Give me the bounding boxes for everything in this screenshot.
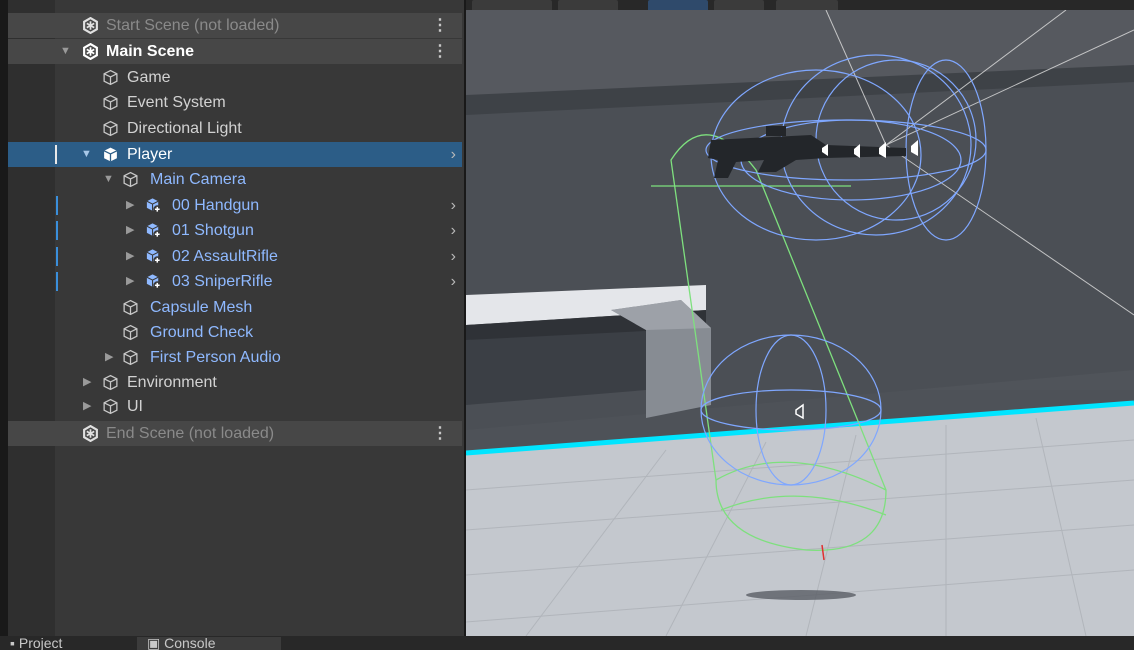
gameobject-cube-icon: [123, 171, 138, 188]
expand-arrow-icon[interactable]: ▶: [126, 269, 134, 294]
hierarchy-item-ui[interactable]: ▶ UI: [8, 394, 462, 419]
selection-indicator: [55, 145, 57, 164]
scene-viewport-canvas[interactable]: [466, 10, 1134, 636]
gameobject-cube-icon: [103, 374, 118, 391]
unity-scene-icon: [83, 17, 98, 34]
item-label-main-camera: Main Camera: [150, 171, 247, 188]
tab-console[interactable]: ▣ Console: [137, 637, 281, 650]
scene-row-start[interactable]: Start Scene (not loaded) ⋮: [8, 13, 462, 38]
console-icon: ▣: [147, 637, 161, 650]
tab-project-label: Project: [18, 637, 63, 650]
expand-arrow-icon[interactable]: ▼: [60, 39, 71, 64]
item-label-handgun: 00 Handgun: [172, 197, 260, 214]
hierarchy-item-handgun[interactable]: ▶ 00 Handgun ›: [8, 193, 462, 218]
open-prefab-chevron-icon[interactable]: ›: [451, 218, 456, 243]
scene-label-start: Start Scene (not loaded): [106, 17, 280, 34]
prefab-variant-icon: [146, 249, 162, 265]
expand-arrow-icon[interactable]: ▼: [103, 167, 114, 192]
hierarchy-item-game[interactable]: Game: [8, 65, 462, 90]
tab-project[interactable]: ▪ Project: [10, 637, 130, 650]
folder-icon: ▪: [10, 637, 15, 650]
item-label-player: Player: [127, 146, 173, 163]
expand-arrow-icon[interactable]: ▼: [81, 142, 92, 167]
floor: [466, 405, 1134, 636]
gameobject-cube-icon: [103, 398, 118, 415]
hierarchy-item-shotgun[interactable]: ▶ 01 Shotgun ›: [8, 218, 462, 243]
scene-view[interactable]: [466, 10, 1134, 636]
scene-row-main[interactable]: ▼ Main Scene ⋮: [8, 39, 462, 64]
override-indicator: [56, 247, 58, 266]
gameobject-cube-icon: [123, 324, 138, 341]
scene-menu-start-icon[interactable]: ⋮: [432, 13, 448, 38]
unity-scene-icon: [83, 425, 98, 442]
scene-label-main: Main Scene: [106, 43, 195, 60]
item-label-environment: Environment: [127, 374, 217, 391]
gameobject-cube-icon: [103, 69, 118, 86]
hierarchy-item-sniper-rifle[interactable]: ▶ 03 SniperRifle ›: [8, 269, 462, 294]
gameobject-cube-icon: [123, 299, 138, 316]
unity-scene-icon: [83, 43, 98, 60]
open-prefab-chevron-icon[interactable]: ›: [451, 142, 456, 167]
open-prefab-chevron-icon[interactable]: ›: [451, 269, 456, 294]
open-prefab-chevron-icon[interactable]: ›: [451, 193, 456, 218]
override-indicator: [56, 221, 58, 240]
item-label-game: Game: [127, 69, 171, 86]
item-label-capsule-mesh: Capsule Mesh: [150, 299, 253, 316]
expand-arrow-icon[interactable]: ▶: [126, 244, 134, 269]
override-indicator: [56, 196, 58, 215]
expand-arrow-icon[interactable]: ▶: [126, 193, 134, 218]
prefab-variant-icon: [146, 274, 162, 290]
gameobject-cube-icon: [123, 349, 138, 366]
scene-label-end: End Scene (not loaded): [106, 425, 275, 442]
item-label-shotgun: 01 Shotgun: [172, 222, 254, 239]
item-label-ground-check: Ground Check: [150, 324, 254, 341]
gameobject-cube-icon: [103, 94, 118, 111]
hierarchy-panel: Start Scene (not loaded) ⋮ ▼ Main Scene …: [0, 0, 464, 636]
hierarchy-item-player[interactable]: ▼ Player ›: [8, 142, 462, 167]
hierarchy-item-environment[interactable]: ▶ Environment: [8, 370, 462, 395]
tab-console-label: Console: [164, 637, 216, 650]
item-label-event-system: Event System: [127, 94, 226, 111]
item-label-sniper-rifle: 03 SniperRifle: [172, 273, 273, 290]
open-prefab-chevron-icon[interactable]: ›: [451, 244, 456, 269]
panel-gutter: [0, 0, 8, 636]
scene-row-end[interactable]: End Scene (not loaded) ⋮: [8, 421, 462, 446]
prefab-cube-icon: [103, 147, 118, 162]
hierarchy-item-main-camera[interactable]: ▼ Main Camera: [8, 167, 462, 192]
player-shadow: [746, 590, 856, 600]
hierarchy-item-first-person-audio[interactable]: ▶ First Person Audio: [8, 345, 462, 370]
override-indicator: [56, 272, 58, 291]
hierarchy-item-ground-check[interactable]: Ground Check: [8, 320, 462, 345]
expand-arrow-icon[interactable]: ▶: [105, 345, 113, 370]
scene-menu-end-icon[interactable]: ⋮: [432, 421, 448, 446]
scene-menu-main-icon[interactable]: ⋮: [432, 39, 448, 64]
prefab-variant-icon: [146, 198, 162, 214]
item-label-ui: UI: [127, 398, 143, 415]
hierarchy-item-capsule-mesh[interactable]: Capsule Mesh: [8, 295, 462, 320]
prefab-variant-icon: [146, 223, 162, 239]
gameobject-cube-icon: [103, 120, 118, 137]
bottom-tab-bar: ▪ Project ▣ Console: [0, 636, 1134, 650]
hierarchy-item-directional-light[interactable]: Directional Light: [8, 116, 462, 141]
item-label-first-person-audio: First Person Audio: [150, 349, 281, 366]
expand-arrow-icon[interactable]: ▶: [83, 370, 91, 395]
expand-arrow-icon[interactable]: ▶: [83, 394, 91, 419]
hierarchy-item-assault-rifle[interactable]: ▶ 02 AssaultRifle ›: [8, 244, 462, 269]
item-label-directional-light: Directional Light: [127, 120, 242, 137]
item-label-assault-rifle: 02 AssaultRifle: [172, 248, 278, 265]
hierarchy-item-event-system[interactable]: Event System: [8, 90, 462, 115]
expand-arrow-icon[interactable]: ▶: [126, 218, 134, 243]
